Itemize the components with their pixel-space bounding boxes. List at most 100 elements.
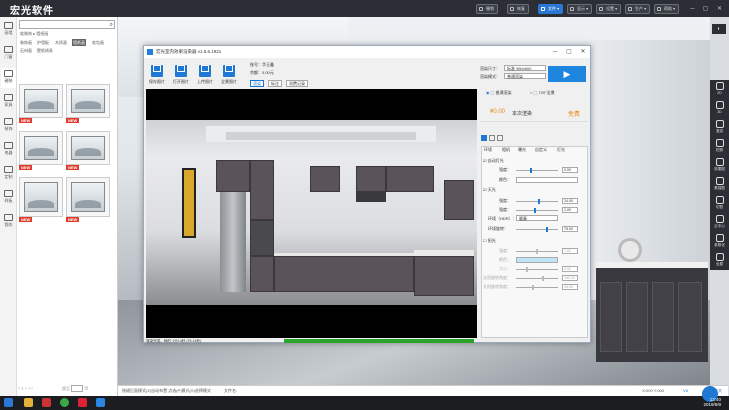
help-menu-button[interactable]: 帮助 ▾ [654, 4, 680, 14]
right-tool-whole-house[interactable]: 全屋 [711, 251, 728, 271]
skylight-intensity-input[interactable]: 24.00 [562, 198, 578, 204]
auto-light-checkbox[interactable]: ☑ 自动灯光 [483, 158, 504, 164]
tab-custom[interactable]: 自定义 [535, 147, 547, 153]
start-icon[interactable] [4, 398, 13, 407]
material-thumb[interactable]: NEW [19, 177, 63, 222]
category-wallpaper-line[interactable]: 壁纸线条 [36, 47, 54, 54]
sun-rotation-slider[interactable] [516, 276, 558, 281]
tab-consumption-record[interactable]: 消费记录 [286, 80, 308, 87]
sun-size-input[interactable]: 3.00 [562, 266, 578, 272]
sun-elevation-input[interactable]: 45.00 [562, 284, 578, 290]
right-tool-3d[interactable]: 3D [711, 99, 728, 119]
dialog-titlebar[interactable]: 宏光室内效果渲染器 v1.5.6.1921 [144, 46, 590, 58]
right-tool-sketch[interactable]: 素描图 [711, 175, 728, 195]
undo-button[interactable]: 撤销 [476, 4, 498, 14]
right-tool-cut[interactable]: 切割 [711, 194, 728, 214]
mode-icon-3[interactable] [497, 135, 503, 141]
search-icon: ⌕ [109, 22, 113, 28]
right-tool-cloud[interactable]: 云中心 [711, 213, 728, 233]
app-icon-media[interactable] [78, 398, 87, 407]
env-rotation-input[interactable]: 75.00 [562, 226, 578, 232]
display-menu-button[interactable]: 显示 ▾ [567, 4, 593, 14]
right-tool-param[interactable]: 参数化 [711, 232, 728, 252]
panorama-image-button[interactable]: 全景图片 [219, 62, 239, 85]
tab-render[interactable]: 渲染 [250, 80, 264, 87]
tab-camera[interactable]: 相机 [502, 147, 510, 153]
nav-door-window[interactable]: 门窗 [1, 44, 16, 64]
right-tool-render[interactable]: 效果图 [711, 156, 728, 176]
page-input[interactable] [71, 385, 84, 392]
save-image-button[interactable]: 保存图片 [147, 62, 167, 85]
hdr-environment-select[interactable]: 暖春 [516, 215, 558, 221]
material-thumb[interactable]: NEW [66, 131, 110, 170]
settings-menu-button[interactable]: 设置 ▾ [596, 4, 622, 14]
sun-intensity-input[interactable]: 7.00 [562, 248, 578, 254]
sunlight-checkbox[interactable]: ☐ 阳光 [483, 238, 496, 244]
app-icon-hongguang[interactable] [96, 398, 105, 407]
nav-decor[interactable]: 装饰 [1, 116, 16, 136]
sun-intensity-slider[interactable] [516, 249, 558, 254]
sun-color-picker[interactable] [516, 257, 558, 263]
material-thumb[interactable]: NEW [19, 131, 63, 170]
nav-template[interactable]: 样板 [1, 188, 16, 208]
dialog-close-button[interactable]: ✕ [576, 46, 590, 58]
category-soft-painting[interactable]: 软包画 [91, 39, 105, 46]
render-mode-select[interactable]: 普通渲染 [504, 73, 546, 79]
folder-icon [175, 65, 187, 77]
radio-panorama-render[interactable]: ○ ⬚ 720°全景 [530, 90, 555, 96]
material-thumb[interactable]: NEW [66, 177, 110, 222]
right-tool-walk[interactable]: 漫游 [711, 118, 728, 138]
pagination-links[interactable]: < 1 > >> [18, 386, 33, 391]
sun-elevation-slider[interactable] [516, 285, 558, 290]
radio-normal-render[interactable]: ◉ ⬚ 普通渲染 [486, 90, 512, 96]
maximize-button[interactable]: ▢ [701, 5, 710, 13]
nav-wall-draw[interactable]: 画墙 [1, 20, 16, 40]
mode-icon-2[interactable] [489, 135, 495, 141]
mode-icon-1[interactable] [481, 135, 487, 141]
nav-hardcover[interactable]: 硬装 [1, 68, 16, 88]
tab-environment[interactable]: 环境 [484, 147, 492, 153]
tab-annotate[interactable]: 标注 [268, 80, 282, 87]
browser-icon[interactable] [60, 398, 69, 407]
intensity-slider[interactable] [516, 168, 558, 173]
env-rotation-slider[interactable] [516, 227, 558, 232]
search-input[interactable]: ⌕ [19, 20, 115, 29]
view-toggle-button[interactable]: ◐ [712, 24, 726, 34]
explorer-icon[interactable] [24, 398, 33, 407]
dialog-maximize-button[interactable]: ▢ [562, 46, 576, 58]
upload-image-button[interactable]: 上传图片 [195, 62, 215, 85]
skylight-intensity-slider[interactable] [516, 199, 558, 204]
tab-lights[interactable]: 灯光 [557, 147, 565, 153]
category-wood-painting[interactable]: 木质画 [54, 39, 68, 46]
nav-appliance[interactable]: 电器 [1, 140, 16, 160]
skylight-strength-input[interactable]: 1.00 [562, 207, 578, 213]
right-tool-camera[interactable]: 拍照 [711, 137, 728, 157]
start-render-button[interactable]: ▶ [548, 66, 586, 82]
production-menu-button[interactable]: 生产 ▾ [625, 4, 651, 14]
color-picker[interactable] [516, 177, 578, 183]
dialog-minimize-button[interactable]: ─ [548, 46, 562, 58]
right-tool-2d[interactable]: 2D [711, 80, 728, 100]
category-decor-painting[interactable]: 装饰画 [19, 39, 33, 46]
skylight-checkbox[interactable]: ☑ 天光 [483, 187, 496, 193]
material-thumb[interactable]: NEW [66, 84, 110, 123]
nav-furniture[interactable]: 家具 [1, 92, 16, 112]
tab-exposure[interactable]: 曝光 [518, 147, 526, 153]
close-button[interactable]: ✕ [715, 5, 724, 13]
sun-rotation-input[interactable]: 180.00 [562, 275, 578, 281]
minimize-button[interactable]: ─ [688, 5, 697, 13]
open-image-button[interactable]: 打开图片 [171, 62, 191, 85]
skylight-strength-slider[interactable] [516, 208, 558, 213]
intensity-input[interactable]: 0.00 [562, 167, 578, 173]
material-thumb[interactable]: NEW [19, 84, 63, 123]
nav-mine[interactable]: 我的 [1, 212, 16, 232]
sun-size-slider[interactable] [516, 267, 558, 272]
nav-custom[interactable]: 定制 [1, 164, 16, 184]
category-wallpaper-painting[interactable]: 墙纸画 [72, 39, 86, 46]
category-stone-painting[interactable]: 石材画 [19, 47, 33, 54]
app-icon-red[interactable] [42, 398, 51, 407]
file-menu-button[interactable]: 文件 ▾ [538, 4, 564, 14]
render-size-select[interactable]: 标准 960x600 [504, 65, 546, 71]
category-wall-panel[interactable]: 护墙板 [36, 39, 50, 46]
redo-button[interactable]: 恢复 [507, 4, 529, 14]
